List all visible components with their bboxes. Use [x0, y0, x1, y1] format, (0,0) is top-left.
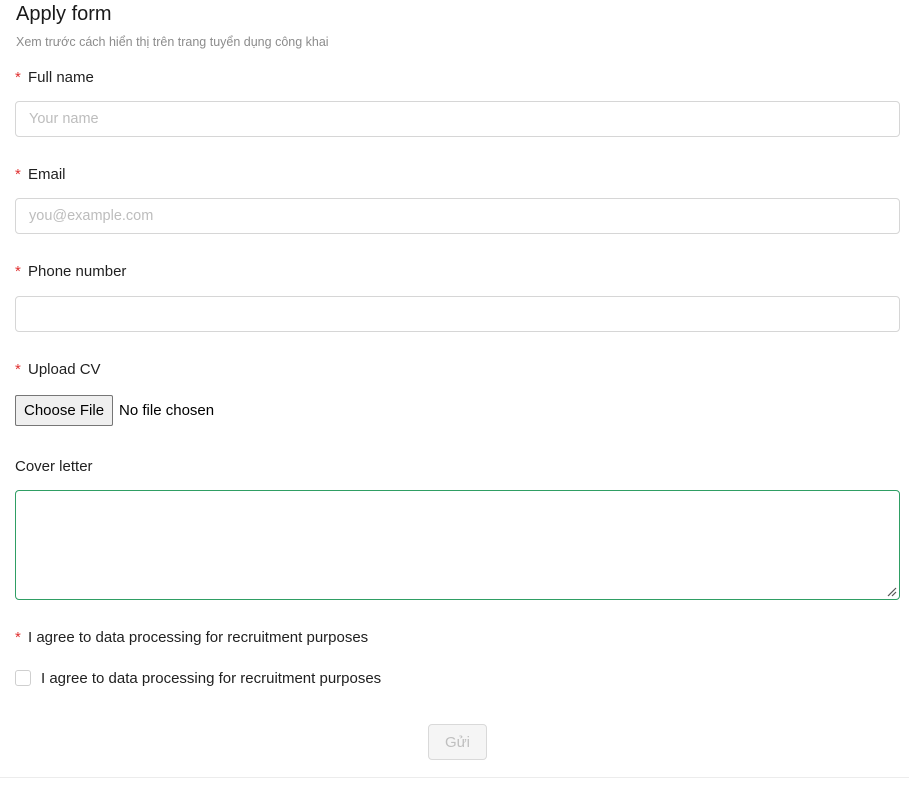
email-input[interactable] — [15, 198, 900, 234]
cover-letter-textarea[interactable] — [15, 490, 900, 600]
cover-letter-label: Cover letter — [15, 458, 93, 475]
choose-file-button[interactable]: Choose File — [15, 395, 114, 426]
required-mark: * — [15, 629, 21, 646]
upload-cv-label-text: Upload CV — [28, 361, 101, 378]
submit-button[interactable]: Gửi — [428, 724, 487, 760]
file-status-text: No file chosen — [119, 402, 215, 419]
email-label-text: Email — [28, 166, 66, 183]
consent-label-text: I agree to data processing for recruitme… — [28, 629, 369, 646]
cv-file-picker: Choose File No file chosen — [15, 395, 214, 426]
phone-label-text: Phone number — [28, 263, 127, 280]
consent-label: * I agree to data processing for recruitm… — [15, 629, 368, 646]
form-title: Apply form — [16, 3, 112, 25]
form-subtitle: Xem trước cách hiển thị trên trang tuyển… — [16, 35, 329, 49]
upload-cv-label: * Upload CV — [15, 361, 101, 378]
consent-checkbox-label[interactable]: I agree to data processing for recruitme… — [41, 670, 381, 687]
phone-label: * Phone number — [15, 263, 126, 280]
consent-checkbox[interactable] — [15, 670, 31, 686]
phone-input[interactable] — [15, 296, 900, 332]
required-mark: * — [15, 166, 21, 183]
required-mark: * — [15, 69, 21, 86]
full-name-input[interactable] — [15, 101, 900, 137]
consent-checkbox-row[interactable]: I agree to data processing for recruitme… — [15, 668, 381, 688]
required-mark: * — [15, 263, 21, 280]
full-name-label-text: Full name — [28, 69, 94, 86]
email-label: * Email — [15, 166, 66, 183]
required-mark: * — [15, 361, 21, 378]
apply-form-card: Apply form Xem trước cách hiển thị trên … — [0, 0, 909, 778]
resize-grip-icon[interactable] — [886, 586, 897, 597]
full-name-label: * Full name — [15, 69, 94, 86]
